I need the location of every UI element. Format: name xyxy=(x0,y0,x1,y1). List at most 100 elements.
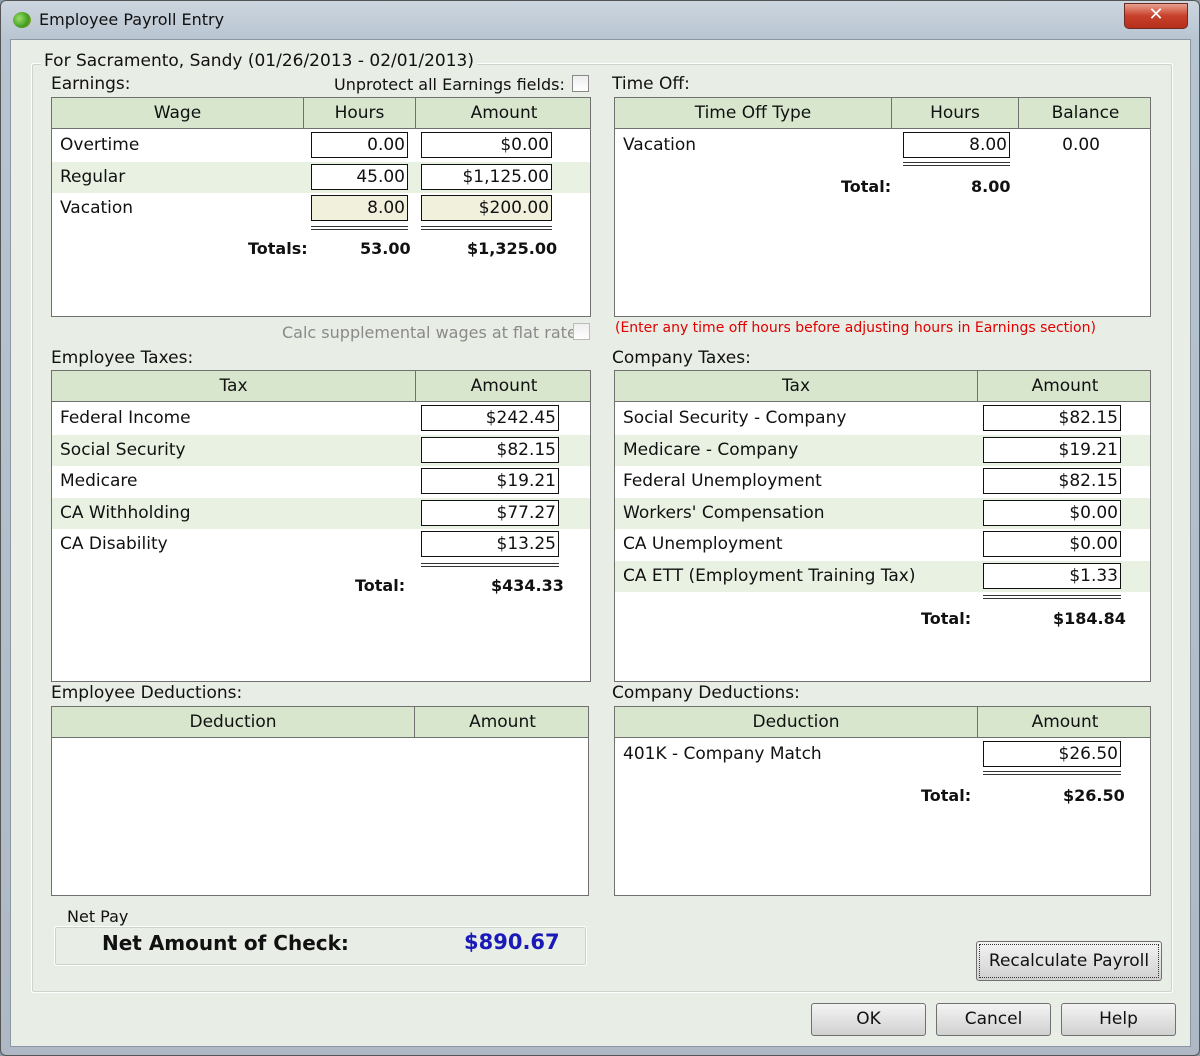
window-title: Employee Payroll Entry xyxy=(39,10,224,29)
table-row: CA Withholding$77.27 xyxy=(52,498,590,529)
company-taxes-total: $184.84 xyxy=(1053,609,1126,628)
calc-supplemental-checkbox[interactable] xyxy=(573,323,590,340)
tax-amount-input[interactable]: $242.45 xyxy=(421,405,559,431)
payroll-dialog: Employee Payroll Entry ✕ For Sacramento,… xyxy=(0,0,1200,1056)
amount-input[interactable]: $1,125.00 xyxy=(421,164,552,190)
tax-amount-input[interactable]: $0.00 xyxy=(983,500,1121,526)
close-button[interactable]: ✕ xyxy=(1124,3,1188,29)
table-row: Federal Unemployment $82.15 xyxy=(615,466,1150,497)
double-underline xyxy=(421,563,559,567)
tax-amount-input[interactable]: $82.15 xyxy=(421,437,559,463)
recalculate-payroll-button[interactable]: Recalculate Payroll xyxy=(976,941,1162,981)
total-label: Total: xyxy=(841,177,891,196)
employee-taxes-grid: TaxAmountFederal Income$242.45Social Sec… xyxy=(51,370,591,682)
table-row: Overtime 0.00 $0.00 xyxy=(52,130,590,161)
column-header[interactable]: Amount xyxy=(416,371,592,402)
time-off-note: (Enter any time off hours before adjusti… xyxy=(615,320,1096,336)
earnings-label: Earnings: xyxy=(51,74,131,94)
double-underline xyxy=(311,226,408,230)
table-row: Medicare $19.21 xyxy=(52,466,590,497)
tax-amount-input[interactable]: $1.33 xyxy=(983,563,1121,589)
tax-name: CA Unemployment xyxy=(623,529,783,560)
column-header[interactable]: Amount xyxy=(415,707,590,738)
column-header[interactable]: Amount xyxy=(416,98,592,129)
column-header[interactable]: Deduction xyxy=(615,707,978,738)
table-row: CA Disability$13.25 xyxy=(52,529,590,560)
employee-deductions-grid: DeductionAmount xyxy=(51,706,589,896)
tax-name: Social Security - Company xyxy=(623,403,846,434)
total-amount: $1,325.00 xyxy=(467,239,557,258)
tax-amount-input[interactable]: $82.15 xyxy=(983,468,1121,494)
totals-label: Totals: xyxy=(248,239,308,258)
hours-input[interactable]: 8.00 xyxy=(311,195,408,221)
table-row: Vacation 8.00 $200.00 xyxy=(52,193,590,224)
total-label: Total: xyxy=(921,786,971,805)
calc-supplemental-label: Calc supplemental wages at flat rate xyxy=(282,323,577,342)
column-header[interactable]: Amount xyxy=(978,707,1152,738)
deduction-name: 401K - Company Match xyxy=(623,739,822,770)
time-off-type: Vacation xyxy=(623,130,696,161)
tax-amount-input[interactable]: $77.27 xyxy=(421,500,559,526)
column-header[interactable]: Amount xyxy=(978,371,1152,402)
company-deductions-label: Company Deductions: xyxy=(612,683,800,703)
amount-input[interactable]: $200.00 xyxy=(421,195,552,221)
time-off-hours-input[interactable]: 8.00 xyxy=(903,132,1010,158)
double-underline xyxy=(983,595,1121,599)
table-row: Social Security $82.15 xyxy=(52,435,590,466)
wage-name: Overtime xyxy=(60,130,139,161)
company-deductions-total: $26.50 xyxy=(1063,786,1125,805)
help-button[interactable]: Help xyxy=(1061,1003,1176,1036)
tax-name: Federal Income xyxy=(60,403,191,434)
tax-amount-input[interactable]: $19.21 xyxy=(983,437,1121,463)
tax-name: Social Security xyxy=(60,435,186,466)
employee-header: For Sacramento, Sandy (01/26/2013 - 02/0… xyxy=(41,51,477,71)
tax-name: Federal Unemployment xyxy=(623,466,822,497)
column-header[interactable]: Hours xyxy=(304,98,416,129)
column-header[interactable]: Wage xyxy=(52,98,304,129)
grid-header: WageHoursAmount xyxy=(52,98,590,129)
total-label: Total: xyxy=(355,576,405,595)
table-row: CA Unemployment $0.00 xyxy=(615,529,1150,560)
total-label: Total: xyxy=(921,609,971,628)
column-header[interactable]: Time Off Type xyxy=(615,98,892,129)
column-header[interactable]: Hours xyxy=(892,98,1019,129)
ok-button[interactable]: OK xyxy=(811,1003,926,1036)
app-icon xyxy=(13,12,31,28)
tax-amount-input[interactable]: $0.00 xyxy=(983,531,1121,557)
unprotect-checkbox[interactable] xyxy=(572,75,589,92)
column-header[interactable]: Tax xyxy=(52,371,416,402)
time-off-grid: Time Off TypeHoursBalanceVacation8.000.0… xyxy=(614,97,1151,317)
grid-header: DeductionAmount xyxy=(52,707,588,738)
grid-header: DeductionAmount xyxy=(615,707,1150,738)
tax-amount-input[interactable]: $82.15 xyxy=(983,405,1121,431)
grid-header: Time Off TypeHoursBalance xyxy=(615,98,1150,129)
column-header[interactable]: Deduction xyxy=(52,707,415,738)
cancel-button[interactable]: Cancel xyxy=(936,1003,1051,1036)
wage-name: Regular xyxy=(60,162,125,193)
double-underline xyxy=(421,226,552,230)
table-row: Workers' Compensation$0.00 xyxy=(615,498,1150,529)
deduction-amount-input[interactable]: $26.50 xyxy=(983,741,1121,767)
title-bar: Employee Payroll Entry xyxy=(13,10,224,29)
grid-header: TaxAmount xyxy=(52,371,590,402)
tax-amount-input[interactable]: $19.21 xyxy=(421,468,559,494)
wage-name: Vacation xyxy=(60,193,133,224)
table-row: Regular 45.00 $1,125.00 xyxy=(52,162,590,193)
hours-input[interactable]: 45.00 xyxy=(311,164,408,190)
hours-input[interactable]: 0.00 xyxy=(311,132,408,158)
column-header[interactable]: Tax xyxy=(615,371,978,402)
grid-header: TaxAmount xyxy=(615,371,1150,402)
amount-input[interactable]: $0.00 xyxy=(421,132,552,158)
tax-name: Medicare - Company xyxy=(623,435,798,466)
company-taxes-grid: TaxAmountSocial Security - Company$82.15… xyxy=(614,370,1151,682)
time-off-total-hours: 8.00 xyxy=(971,177,1010,196)
net-pay-group-label: Net Pay xyxy=(64,907,131,926)
column-header[interactable]: Balance xyxy=(1019,98,1152,129)
net-amount-label: Net Amount of Check: xyxy=(102,931,349,955)
employee-taxes-total: $434.33 xyxy=(491,576,564,595)
tax-name: Medicare xyxy=(60,466,137,497)
tax-amount-input[interactable]: $13.25 xyxy=(421,531,559,557)
table-row: CA ETT (Employment Training Tax)$1.33 xyxy=(615,561,1150,592)
table-row: 401K - Company Match $26.50 xyxy=(615,739,1150,770)
unprotect-label: Unprotect all Earnings fields: xyxy=(334,75,565,94)
